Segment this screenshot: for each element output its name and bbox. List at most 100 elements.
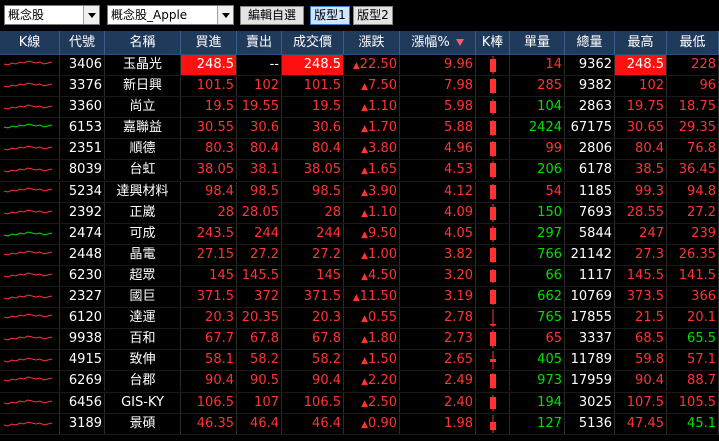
table-row[interactable]: 3376 新日興 101.5 102 101.5 ▲7.50 7.98 285 9382 102 9… xyxy=(0,76,719,98)
table-row[interactable]: 6153 嘉聯益 30.55 30.6 30.6 ▲1.70 5.88 2424 67175 30… xyxy=(0,118,719,140)
stock-name: 玉晶光 xyxy=(105,55,181,75)
total-volume: 21142 xyxy=(565,244,615,265)
kbar-cell xyxy=(476,371,510,392)
header-high[interactable]: 最高 xyxy=(615,31,667,54)
header-kline[interactable]: K線 xyxy=(0,31,60,54)
tick-volume: 104 xyxy=(510,97,565,118)
sparkline-cell xyxy=(0,55,60,75)
stock-name: 景碩 xyxy=(105,413,181,434)
category-select[interactable]: 概念股 xyxy=(4,5,100,25)
last-price: 27.2 xyxy=(282,244,344,265)
layout2-button[interactable]: 版型2 xyxy=(353,6,393,25)
last-price: 20.3 xyxy=(282,308,344,329)
header-bid[interactable]: 買進 xyxy=(181,31,237,54)
table-row[interactable]: 6269 台郡 90.4 90.5 90.4 ▲2.20 2.49 973 17959 90.4 8… xyxy=(0,371,719,393)
chevron-down-icon[interactable] xyxy=(217,6,233,24)
high-price: 27.3 xyxy=(615,244,667,265)
candlestick xyxy=(490,414,496,433)
change-value: ▲4.50 xyxy=(344,265,400,286)
change-value: ▲7.50 xyxy=(344,76,400,97)
up-arrow-icon: ▲ xyxy=(361,271,369,282)
sparkline-cell xyxy=(0,76,60,97)
table-row[interactable]: 6120 達運 20.3 20.35 20.3 ▲0.55 2.78 765 17855 21.5… xyxy=(0,308,719,330)
change-number: 2.50 xyxy=(368,394,397,410)
table-row[interactable]: 2351 順德 80.3 80.4 80.4 ▲3.80 4.96 99 2806 80.4 76.… xyxy=(0,139,719,161)
chevron-down-icon[interactable] xyxy=(83,6,99,24)
up-arrow-icon: ▲ xyxy=(361,356,369,367)
change-number: 11.50 xyxy=(359,289,397,305)
bid-price: 371.5 xyxy=(181,287,237,308)
change-value: ▲3.80 xyxy=(344,139,400,160)
change-percent: 4.09 xyxy=(400,202,476,223)
table-row[interactable]: 3360 尚立 19.5 19.55 19.5 ▲1.10 5.98 104 2863 19.75… xyxy=(0,97,719,119)
table-row[interactable]: 6230 超眾 145 145.5 145 ▲4.50 3.20 66 1117 145.5 141… xyxy=(0,265,719,288)
high-price: 47.45 xyxy=(615,413,667,434)
header-price[interactable]: 成交價 xyxy=(282,31,344,54)
sparkline-cell xyxy=(0,287,60,308)
bid-price: 243.5 xyxy=(181,223,237,244)
change-value: ▲1.10 xyxy=(344,202,400,223)
header-total[interactable]: 總量 xyxy=(565,31,615,54)
change-value: ▲1.10 xyxy=(344,97,400,118)
bid-price: 98.4 xyxy=(181,181,237,202)
last-price: 371.5 xyxy=(282,287,344,308)
concept-select[interactable]: 概念股_Apple xyxy=(107,5,234,25)
header-volume[interactable]: 單量 xyxy=(510,31,565,54)
stock-name: 台郡 xyxy=(105,371,181,392)
header-low[interactable]: 最低 xyxy=(667,31,719,54)
total-volume: 3025 xyxy=(565,392,615,413)
up-arrow-icon: ▲ xyxy=(361,419,369,430)
ask-price: 28.05 xyxy=(237,202,282,223)
table-row[interactable]: 3189 景碩 46.35 46.4 46.4 ▲0.90 1.98 127 5136 47.45… xyxy=(0,413,719,435)
header-kbar[interactable]: K棒 xyxy=(476,31,510,54)
table-row[interactable]: 6456 GIS-KY 106.5 107 106.5 ▲2.50 2.40 194 3025 1… xyxy=(0,392,719,414)
table-row[interactable]: 4915 致伸 58.1 58.2 58.2 ▲1.50 2.65 405 11789 59.8 5… xyxy=(0,350,719,372)
change-number: 0.55 xyxy=(368,310,397,326)
table-row[interactable]: 8039 台虹 38.05 38.1 38.05 ▲1.65 4.53 206 6178 38.5… xyxy=(0,160,719,182)
column-label: 漲幅% xyxy=(411,35,450,50)
total-volume: 17959 xyxy=(565,371,615,392)
table-row[interactable]: 3406 玉晶光 248.5 -- 248.5 ▲22.50 9.96 14 9362 248.5… xyxy=(0,55,719,77)
column-label: 成交價 xyxy=(292,35,332,50)
header-name[interactable]: 名稱 xyxy=(105,31,181,54)
sort-desc-icon[interactable] xyxy=(455,39,464,46)
table-row[interactable]: 2392 正崴 28 28.05 28 ▲1.10 4.09 150 7693 28.55 27.2 xyxy=(0,202,719,224)
table-row[interactable]: 2327 國巨 371.5 372 371.5 ▲11.50 3.19 662 10769 373… xyxy=(0,287,719,309)
bid-price: 46.35 xyxy=(181,413,237,434)
layout1-button[interactable]: 版型1 xyxy=(310,6,350,25)
total-volume: 5136 xyxy=(565,413,615,434)
change-percent: 2.73 xyxy=(400,329,476,350)
table-row[interactable]: 2448 晶電 27.15 27.2 27.2 ▲1.00 3.82 766 21142 27.3… xyxy=(0,244,719,266)
table-row[interactable]: 5234 達興材料 98.4 98.5 98.5 ▲3.90 4.12 54 1185 99.3 9… xyxy=(0,181,719,203)
sparkline-cell xyxy=(0,413,60,434)
bid-price: 145 xyxy=(181,265,237,286)
toolbar: 概念股 概念股_Apple 編輯自選 版型1 版型2 xyxy=(0,0,719,31)
change-value: ▲9.50 xyxy=(344,223,400,244)
table-header: K線 代號 名稱 買進 賣出 成交價 漲跌 漲幅% K棒 單量 總量 最高 最低 xyxy=(0,31,719,55)
header-code[interactable]: 代號 xyxy=(60,31,105,54)
table-row[interactable]: 9938 百和 67.7 67.8 67.8 ▲1.80 2.73 65 3337 68.5 65.… xyxy=(0,329,719,351)
header-pct[interactable]: 漲幅% xyxy=(400,31,476,54)
high-price: 373.5 xyxy=(615,287,667,308)
high-price: 145.5 xyxy=(615,265,667,286)
bid-price: 19.5 xyxy=(181,97,237,118)
header-change[interactable]: 漲跌 xyxy=(344,31,400,54)
stock-name: 晶電 xyxy=(105,244,181,265)
stock-code: 8039 xyxy=(60,160,105,181)
edit-watchlist-button[interactable]: 編輯自選 xyxy=(240,6,304,25)
low-price: 76.8 xyxy=(667,139,719,160)
ask-price: 98.5 xyxy=(237,181,282,202)
header-ask[interactable]: 賣出 xyxy=(237,31,282,54)
change-number: 7.50 xyxy=(368,78,397,94)
table-row[interactable]: 2474 可成 243.5 244 244 ▲9.50 4.05 297 5844 247 239 xyxy=(0,223,719,245)
stock-code: 2474 xyxy=(60,223,105,244)
sparkline-cell xyxy=(0,139,60,160)
stock-code: 6230 xyxy=(60,265,105,286)
change-percent: 4.05 xyxy=(400,223,476,244)
column-label: 代號 xyxy=(68,35,95,50)
tick-volume: 765 xyxy=(510,308,565,329)
sparkline xyxy=(3,294,53,300)
up-arrow-icon: ▲ xyxy=(361,314,369,325)
sparkline xyxy=(3,421,53,427)
tick-volume: 206 xyxy=(510,160,565,181)
